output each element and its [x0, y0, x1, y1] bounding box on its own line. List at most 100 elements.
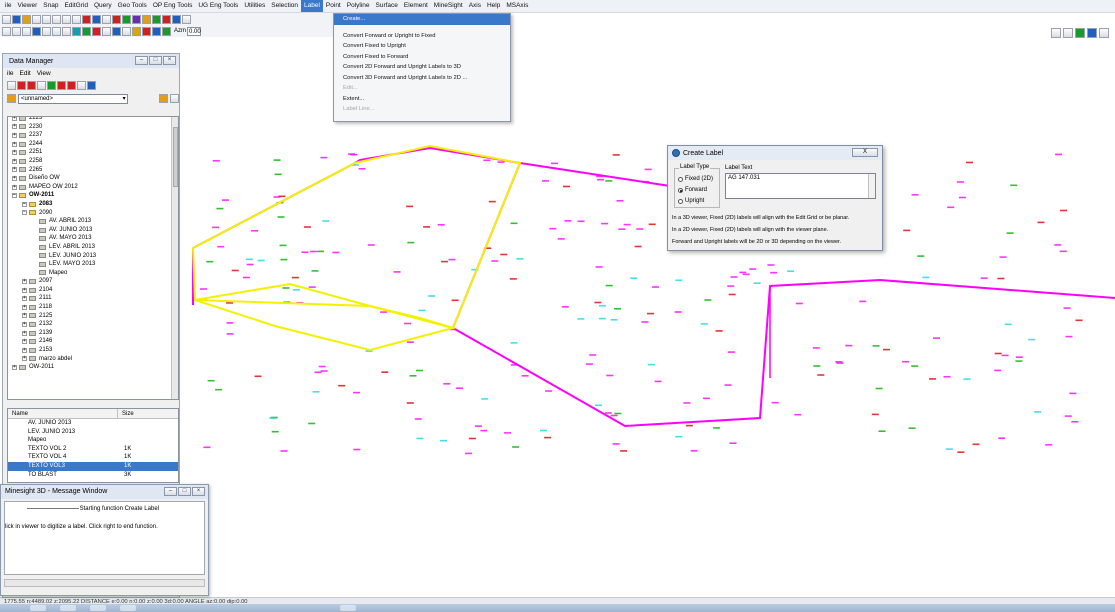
menu-ug-eng-tools[interactable]: UG Eng Tools	[195, 0, 241, 12]
msg-maximize-button[interactable]: □	[178, 487, 191, 496]
menu-snap[interactable]: Snap	[40, 0, 61, 12]
data-tree[interactable]: +2223 +2230 +2237 +2244 +2251 +2258 +2265 + Dise…	[7, 116, 179, 400]
tree-expander-icon[interactable]: +	[12, 184, 17, 190]
tree-item[interactable]: + MAPEO OW 2012	[8, 183, 173, 192]
zoom-icon[interactable]	[2, 26, 11, 36]
tree-item[interactable]: +2258	[8, 157, 173, 166]
redo-icon[interactable]	[152, 26, 161, 36]
tree-expander-icon[interactable]: +	[12, 365, 17, 371]
tree-item[interactable]: AV. MAYO 2013	[8, 234, 173, 243]
layout-icon[interactable]	[102, 26, 111, 36]
list-item[interactable]: Mapeo	[8, 436, 178, 445]
tree-expander-icon[interactable]: +	[12, 150, 17, 156]
surface-icon[interactable]	[122, 14, 131, 24]
menu-point[interactable]: Point	[323, 0, 344, 12]
menu-surface[interactable]: Surface	[373, 0, 401, 12]
save-icon[interactable]	[170, 94, 179, 103]
new-folder-icon[interactable]	[7, 81, 16, 90]
label-text-input[interactable]: AG 147.031	[725, 173, 876, 199]
file-list[interactable]: Name Size AV. JUNIO 2013 LEV. JUNIO 2013 M…	[7, 408, 179, 483]
menu-convert-2d-3d[interactable]: Convert 2D Forward and Upright Labels to…	[334, 62, 510, 73]
image-icon[interactable]	[87, 81, 96, 90]
menu-label[interactable]: Label	[301, 0, 323, 12]
menu-geo-tools[interactable]: Geo Tools	[115, 0, 150, 12]
color-icon[interactable]	[152, 14, 161, 24]
tree-item[interactable]: AV. ABRIL 2013	[8, 217, 173, 226]
tree-item[interactable]: +2118	[8, 303, 173, 312]
tree-item[interactable]: +2111	[8, 294, 173, 303]
menu-help[interactable]: Help	[484, 0, 503, 12]
menu-minesight[interactable]: MineSight	[431, 0, 466, 12]
tree-expander-icon[interactable]: +	[22, 287, 27, 293]
paste-icon[interactable]	[62, 14, 71, 24]
delete-icon[interactable]	[72, 14, 81, 24]
app-icon[interactable]	[120, 605, 136, 611]
open-folder-icon[interactable]	[159, 94, 168, 103]
step-back-icon[interactable]	[1063, 28, 1073, 38]
tree-expander-icon[interactable]: −	[22, 201, 27, 207]
dm-menu-ile[interactable]: ile	[7, 70, 14, 77]
azimuth-input[interactable]: 0.00	[187, 26, 201, 36]
menu-op-eng-tools[interactable]: OP Eng Tools	[150, 0, 196, 12]
menu-convert-3d-2d[interactable]: Convert 3D Forward and Upright Labels to…	[334, 73, 510, 84]
properties-icon[interactable]	[27, 81, 36, 90]
tree-item[interactable]: − 2083	[8, 200, 173, 209]
tree-expander-icon[interactable]: +	[12, 175, 17, 181]
menu-create[interactable]: Create...	[334, 14, 510, 25]
tree-expander-icon[interactable]: −	[22, 210, 27, 216]
menu-ile[interactable]: ile	[2, 0, 15, 12]
copy-icon[interactable]	[52, 14, 61, 24]
tree-expander-icon[interactable]: +	[22, 330, 27, 336]
element-icon[interactable]	[132, 14, 141, 24]
chart-icon[interactable]	[172, 14, 181, 24]
start-icon[interactable]	[30, 605, 46, 611]
move-icon[interactable]	[37, 81, 46, 90]
menu-utilities[interactable]: Utilities	[241, 0, 268, 12]
window-icon[interactable]	[12, 14, 21, 24]
label-text-scrollbar[interactable]	[868, 174, 875, 198]
menu-convert-fixed-forward[interactable]: Convert Fixed to Forward	[334, 52, 510, 63]
tree-expander-icon[interactable]	[32, 245, 37, 250]
tree-item[interactable]: +2125	[8, 312, 173, 321]
tile-icon[interactable]	[1087, 28, 1097, 38]
render-icon[interactable]	[1075, 28, 1085, 38]
menu-convert-forward-upright-fixed[interactable]: Convert Forward or Upright to Fixed	[334, 31, 510, 42]
tree-item[interactable]: LEV. JUNIO 2013	[8, 252, 173, 261]
poly-edit-icon[interactable]	[112, 14, 121, 24]
tree-scroll-thumb[interactable]	[173, 127, 178, 187]
cascade-icon[interactable]	[1099, 28, 1109, 38]
browser-icon[interactable]	[90, 605, 106, 611]
tree-item[interactable]: +2244	[8, 140, 173, 149]
tree-expander-icon[interactable]: +	[12, 117, 17, 121]
clip-icon[interactable]	[92, 26, 101, 36]
tree-item[interactable]: AV. JUNIO 2013	[8, 226, 173, 235]
layout-grid-icon[interactable]	[1051, 28, 1061, 38]
radio-fixed-circle[interactable]	[678, 176, 683, 182]
tree-item[interactable]: Mapeo	[8, 269, 173, 278]
grid-obj-icon[interactable]	[57, 81, 66, 90]
tree-item[interactable]: +2237	[8, 131, 173, 140]
tree-expander-icon[interactable]	[32, 228, 37, 233]
surface-obj-icon[interactable]	[47, 81, 56, 90]
new-icon[interactable]	[2, 14, 11, 24]
list-item[interactable]: TEXTO VOL 2 1K	[8, 445, 178, 454]
message-scrollbar[interactable]	[4, 579, 205, 587]
help-icon[interactable]	[32, 14, 41, 24]
tree-expander-icon[interactable]	[32, 270, 37, 275]
radio-forward-circle[interactable]	[678, 187, 683, 193]
msg-close-button[interactable]: ×	[192, 487, 205, 496]
radio-upright[interactable]: Upright	[678, 198, 704, 204]
menu-axis[interactable]: Axis	[466, 0, 484, 12]
tree-expander-icon[interactable]: +	[22, 322, 27, 328]
tree-item[interactable]: + OW-2011	[8, 363, 173, 372]
cut-icon[interactable]	[42, 14, 51, 24]
menu-element[interactable]: Element	[401, 0, 431, 12]
tree-item[interactable]: + marzo abdel	[8, 355, 173, 364]
tree-scrollbar[interactable]	[171, 117, 178, 399]
tree-expander-icon[interactable]: +	[22, 296, 27, 302]
tree-item[interactable]: +2132	[8, 320, 173, 329]
tree-expander-icon[interactable]: +	[12, 167, 17, 173]
undo-icon[interactable]	[142, 26, 151, 36]
menu-msaxis[interactable]: MSAxis	[503, 0, 531, 12]
tree-expander-icon[interactable]: +	[22, 304, 27, 310]
